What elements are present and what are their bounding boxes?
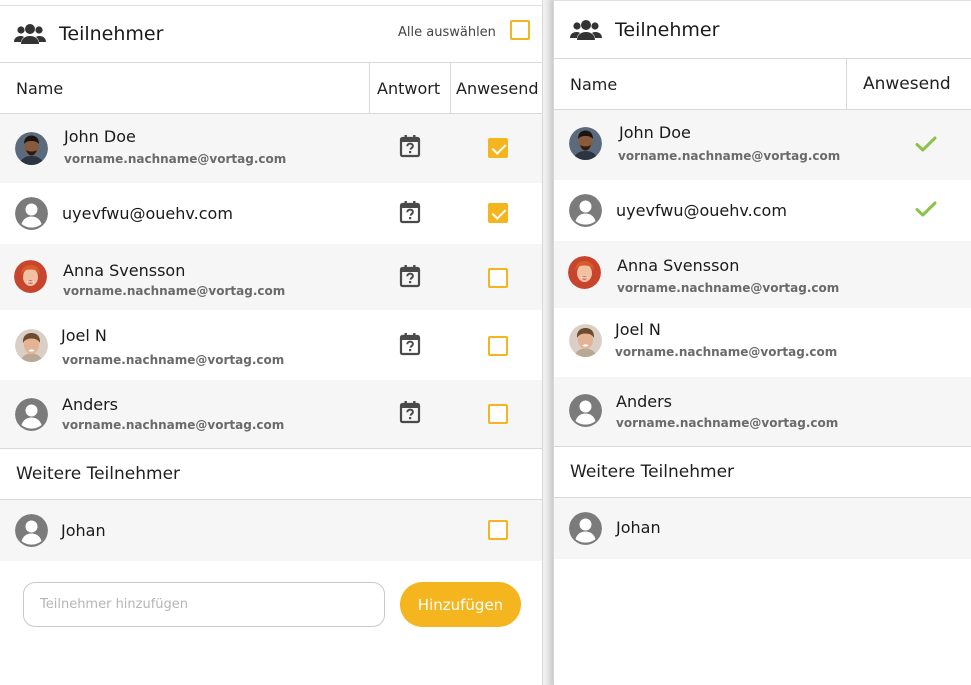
participant-name: Anna Svensson (617, 256, 740, 275)
table-row: John Doe vorname.nachname@vortag.com (0, 114, 542, 183)
participant-email: vorname.nachname@vortag.com (615, 345, 838, 359)
participant-email: vorname.nachname@vortag.com (62, 418, 285, 432)
participant-name: Anna Svensson (63, 261, 186, 280)
calendar-question-icon[interactable] (399, 332, 421, 356)
participant-name: Joel N (61, 326, 107, 345)
participants-panel-edit: Teilnehmer Alle auswählen Name Antwort A… (0, 0, 543, 685)
add-participant-placeholder: Teilnehmer hinzufügen (40, 597, 189, 612)
participant-name: Joel N (615, 320, 661, 339)
panel-title: Teilnehmer (615, 18, 720, 41)
section-title: Weitere Teilnehmer (16, 464, 181, 484)
calendar-question-icon[interactable] (399, 200, 421, 224)
avatar (568, 256, 601, 289)
participant-email: vorname.nachname@vortag.com (616, 416, 839, 430)
person-icon (569, 512, 602, 545)
section-title: Weitere Teilnehmer (570, 462, 735, 482)
person-icon (569, 194, 602, 227)
person-icon (15, 197, 48, 230)
participant-name: Anders (62, 395, 118, 414)
panel-divider (543, 0, 553, 685)
table-row: Johan (554, 498, 971, 559)
table-header: Name Anwesend (554, 59, 971, 110)
table-row: Anna Svensson vorname.nachname@vortag.co… (554, 241, 971, 308)
table-row: uyevfwu@ouehv.com (554, 180, 971, 241)
present-checkbox[interactable] (488, 203, 508, 223)
panel-header: Teilnehmer (554, 0, 971, 59)
present-checkbox[interactable] (488, 336, 508, 356)
check-icon (915, 200, 937, 218)
participant-email: vorname.nachname@vortag.com (617, 281, 840, 295)
calendar-question-icon[interactable] (399, 400, 421, 424)
table-row: Anna Svensson vorname.nachname@vortag.co… (0, 244, 542, 310)
participant-email: vorname.nachname@vortag.com (64, 152, 287, 166)
people-icon (570, 18, 602, 42)
column-name[interactable]: Name (16, 63, 63, 113)
present-checkbox[interactable] (488, 268, 508, 288)
column-answer[interactable]: Antwort (377, 63, 440, 113)
present-checkbox[interactable] (488, 138, 508, 158)
present-checkbox[interactable] (488, 404, 508, 424)
avatar (14, 260, 47, 293)
calendar-question-icon[interactable] (399, 134, 421, 158)
table-row: Anders vorname.nachname@vortag.com (554, 377, 971, 446)
person-icon (15, 398, 48, 431)
panel-title: Teilnehmer (59, 23, 164, 45)
column-present[interactable]: Anwesend (863, 59, 951, 109)
section-more-participants: Weitere Teilnehmer (0, 448, 542, 500)
add-participant-input[interactable]: Teilnehmer hinzufügen (23, 582, 385, 627)
participant-name: John Doe (619, 123, 691, 142)
table-row: Anders vorname.nachname@vortag.com (0, 380, 542, 448)
table-header: Name Antwort Anwesend (0, 63, 542, 114)
avatar (15, 132, 48, 165)
check-icon (915, 135, 937, 153)
participant-name: Johan (616, 518, 661, 537)
avatar (15, 329, 48, 362)
panel-header: Teilnehmer Alle auswählen (0, 5, 542, 63)
participant-name: Johan (61, 521, 106, 540)
participants-panel-readonly: Teilnehmer Name Anwesend John Doe vornam… (553, 0, 971, 685)
participant-email: vorname.nachname@vortag.com (618, 149, 841, 163)
table-row: Joel N vorname.nachname@vortag.com (554, 308, 971, 377)
participant-name: uyevfwu@ouehv.com (616, 201, 787, 220)
table-row: Joel N vorname.nachname@vortag.com (0, 310, 542, 380)
table-row: uyevfwu@ouehv.com (0, 183, 542, 244)
table-row: John Doe vorname.nachname@vortag.com (554, 110, 971, 180)
people-icon (14, 22, 46, 46)
calendar-question-icon[interactable] (399, 264, 421, 288)
person-icon (15, 514, 48, 547)
table-row: Johan (0, 500, 542, 561)
participant-name: John Doe (64, 127, 136, 146)
avatar (569, 127, 602, 160)
select-all-checkbox[interactable] (509, 20, 530, 40)
participant-email: vorname.nachname@vortag.com (63, 284, 286, 298)
add-participant-button[interactable]: Hinzufügen (400, 582, 521, 627)
participant-name: uyevfwu@ouehv.com (62, 204, 233, 223)
present-checkbox[interactable] (488, 520, 508, 540)
select-all[interactable]: Alle auswählen (398, 20, 530, 40)
column-name[interactable]: Name (570, 59, 617, 109)
column-present[interactable]: Anwesend (456, 63, 539, 113)
section-more-participants: Weitere Teilnehmer (554, 446, 971, 498)
participant-name: Anders (616, 392, 672, 411)
participant-email: vorname.nachname@vortag.com (62, 353, 285, 367)
person-icon (569, 394, 602, 427)
avatar (569, 324, 602, 357)
select-all-label: Alle auswählen (398, 24, 496, 40)
